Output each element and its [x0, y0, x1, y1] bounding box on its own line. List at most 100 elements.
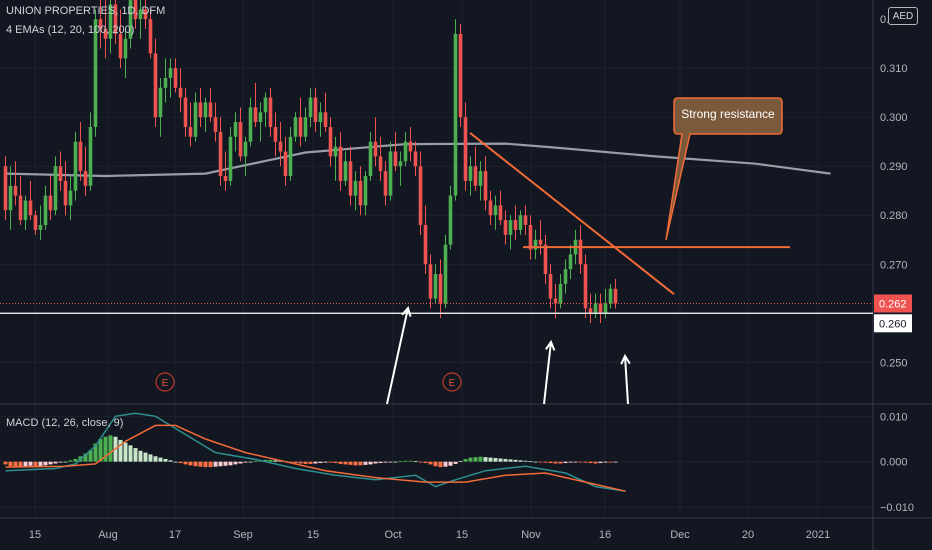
macd-histogram-bar	[153, 456, 158, 462]
candle-body	[208, 102, 213, 118]
symbol-legend: UNION PROPERTIES, 1D, DFM	[6, 5, 166, 17]
candle	[73, 131, 78, 201]
macd-histogram-bar	[583, 461, 588, 463]
macd-histogram-bar	[403, 460, 408, 462]
candle-body	[273, 126, 278, 142]
candle-body	[33, 215, 38, 230]
candle-body	[83, 171, 88, 186]
candle-body	[503, 220, 508, 235]
candle-body	[308, 97, 313, 118]
candle-body	[213, 117, 218, 132]
price-tick-label: 0.270	[880, 259, 908, 271]
last-price-label: 0.262	[879, 298, 907, 310]
macd-histogram-bar	[198, 461, 203, 467]
candle-body	[38, 225, 43, 230]
candle-body	[403, 141, 408, 162]
candle-body	[423, 225, 428, 265]
macd-tick-label: 0.010	[880, 411, 908, 423]
candle-body	[193, 102, 198, 137]
candle-body	[368, 141, 373, 177]
macd-histogram-bar	[108, 435, 113, 462]
macd-histogram-bar	[173, 461, 178, 463]
macd-histogram-bar	[458, 461, 463, 463]
macd-histogram-bar	[68, 460, 73, 462]
macd-histogram-bar	[508, 459, 513, 462]
macd-histogram-bar	[523, 460, 528, 462]
macd-tick-label: 0.000	[880, 457, 908, 469]
candle-body	[243, 141, 248, 157]
price-tick-label: 0.280	[880, 210, 908, 222]
candle-body	[513, 220, 518, 230]
candle-body	[433, 274, 438, 299]
macd-histogram-bar	[423, 461, 428, 464]
candle-body	[228, 136, 233, 181]
candle-body	[23, 200, 28, 221]
callout-text: Strong resistance	[681, 107, 775, 121]
candle-body	[408, 141, 413, 152]
candle-body	[183, 97, 188, 127]
macd-histogram-bar	[63, 461, 68, 463]
macd-histogram-bar	[398, 461, 403, 463]
chart-svg: Strong resistanceE E0.0.3100.3000.2900.28…	[0, 0, 932, 550]
macd-histogram-bar	[493, 458, 498, 462]
candle-body	[263, 97, 268, 113]
candle-body	[413, 151, 418, 167]
candle-body	[578, 239, 583, 265]
candle-body	[378, 156, 383, 172]
macd-histogram-bar	[588, 461, 593, 464]
macd-histogram-bar	[388, 461, 393, 463]
candle-body	[203, 102, 208, 118]
macd-histogram-bar	[363, 461, 368, 465]
candle-body	[288, 136, 293, 177]
macd-histogram-bar	[573, 461, 578, 463]
macd-histogram-bar	[203, 461, 208, 468]
candle-body	[3, 166, 8, 211]
macd-histogram-bar	[253, 460, 258, 462]
candle-body	[493, 205, 498, 216]
macd-histogram-bar	[123, 442, 128, 462]
candle-body	[428, 264, 433, 299]
candle-body	[468, 166, 473, 181]
currency-badge[interactable]: AED	[888, 7, 918, 25]
candle-body	[328, 126, 333, 157]
macd-histogram-bar	[413, 461, 418, 463]
macd-histogram-bar	[603, 461, 608, 463]
macd-histogram-bar	[228, 461, 233, 466]
macd-histogram-bar	[313, 461, 318, 464]
macd-histogram-bar	[148, 454, 153, 462]
macd-tick-label: −0.010	[880, 502, 914, 514]
macd-histogram-bar	[238, 461, 243, 464]
support-price-label: 0.260	[879, 318, 907, 330]
candle-body	[68, 190, 73, 206]
candle-body	[343, 161, 348, 181]
macd-histogram-bar	[268, 459, 273, 462]
macd-histogram-bar	[183, 461, 188, 465]
macd-histogram-bar	[443, 461, 448, 467]
macd-histogram-bar	[483, 457, 488, 462]
macd-histogram-bar	[318, 461, 323, 464]
macd-histogram-bar	[273, 460, 278, 462]
macd-histogram-bar	[533, 461, 538, 463]
candle-body	[278, 141, 283, 152]
macd-histogram-bar	[563, 461, 568, 464]
candle-body	[313, 97, 318, 123]
background	[0, 0, 932, 550]
macd-histogram-bar	[343, 461, 348, 465]
price-tick-label: 0.310	[880, 63, 908, 75]
macd-histogram-bar	[328, 461, 333, 463]
macd-histogram-bar	[543, 461, 548, 463]
macd-histogram-bar	[578, 461, 583, 463]
macd-histogram-bar	[128, 445, 133, 462]
candle-body	[48, 195, 53, 211]
candle-body	[58, 166, 63, 181]
macd-histogram-bar	[393, 461, 398, 463]
candle-body	[158, 87, 163, 118]
candle-body	[123, 38, 128, 59]
candle-body	[43, 195, 48, 226]
candle-body	[473, 166, 478, 186]
macd-histogram-bar	[218, 461, 223, 467]
candle-body	[353, 180, 358, 196]
candle-body	[508, 220, 513, 235]
macd-histogram-bar	[453, 461, 458, 464]
macd-histogram-bar	[338, 461, 343, 464]
